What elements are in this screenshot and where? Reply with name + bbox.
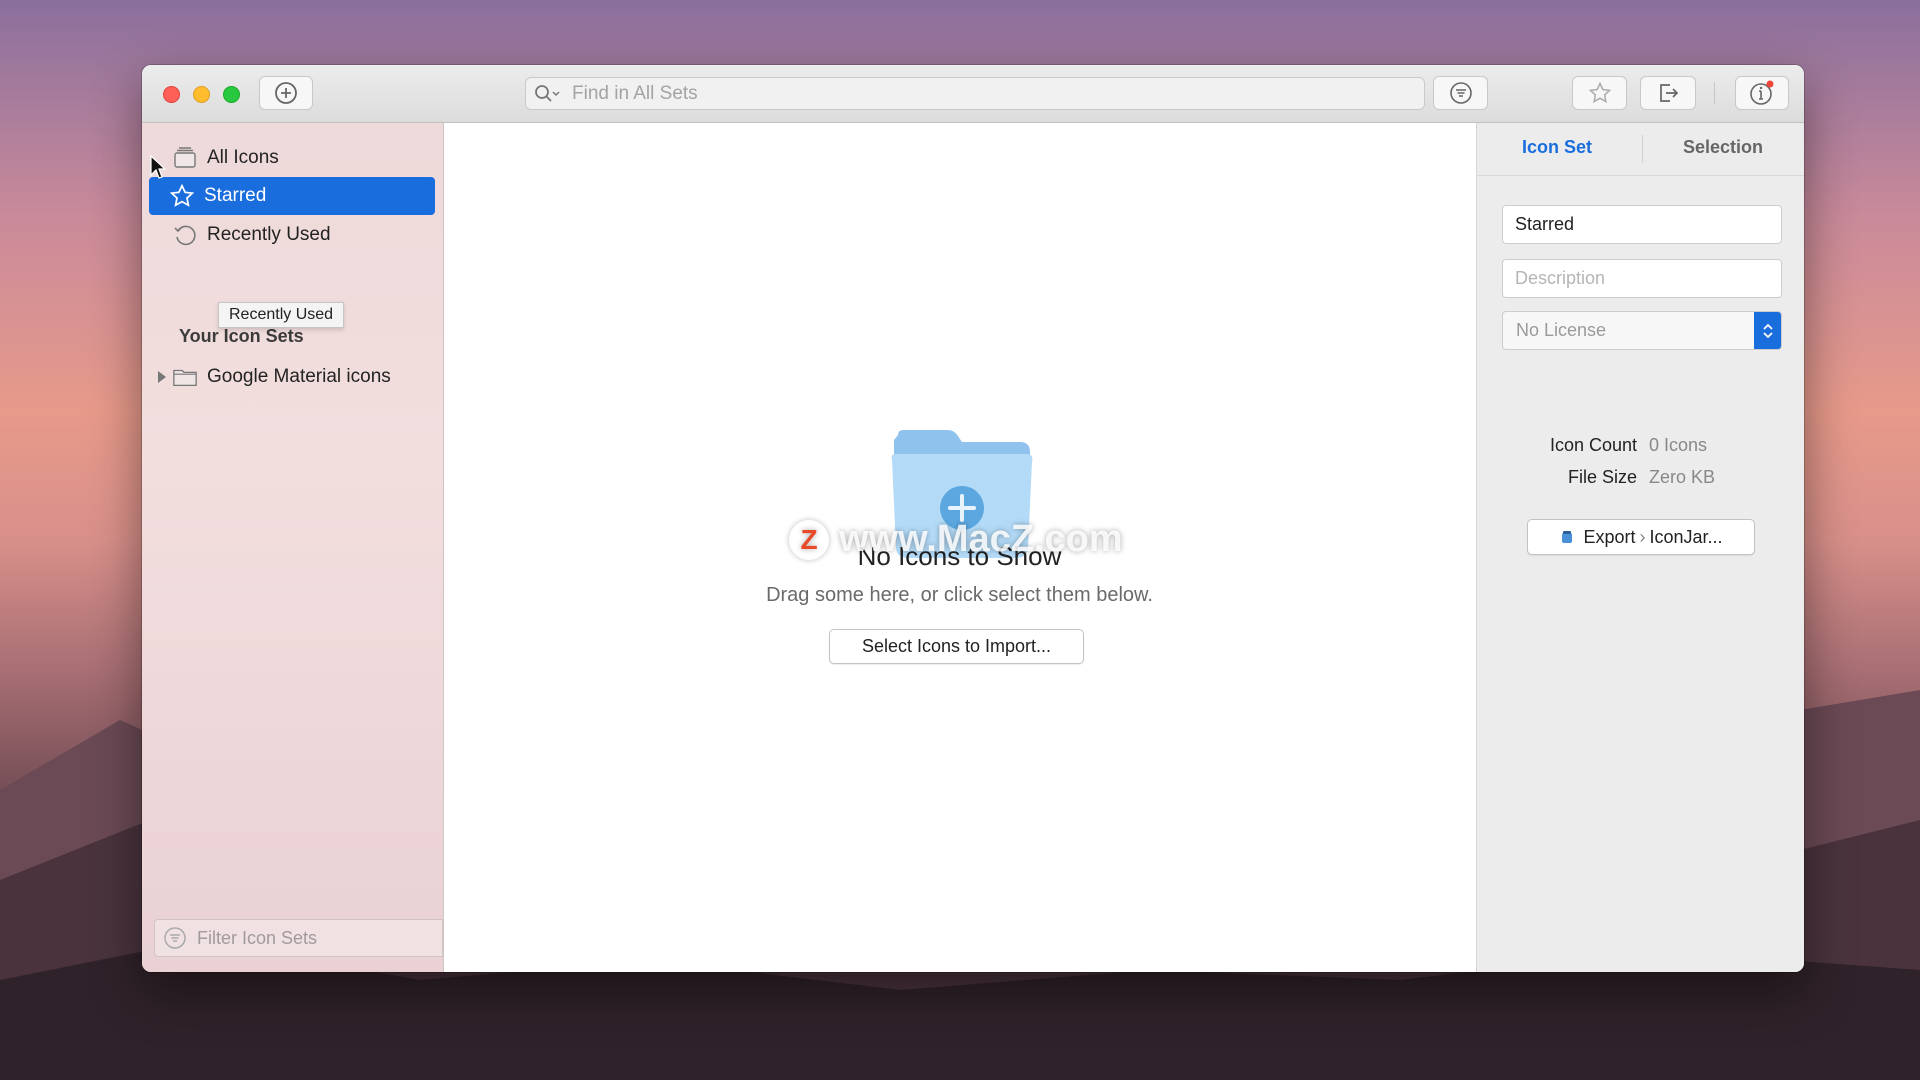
sidebar-item-label: Google Material icons xyxy=(207,366,391,387)
filter-button[interactable] xyxy=(1433,76,1488,110)
set-name-field[interactable] xyxy=(1502,205,1782,244)
close-button[interactable] xyxy=(163,86,180,103)
star-button[interactable] xyxy=(1572,76,1627,110)
star-icon xyxy=(169,183,195,209)
share-button[interactable] xyxy=(1640,76,1696,110)
tab-divider xyxy=(1642,135,1643,163)
sidebar-item-label: Recently Used xyxy=(207,224,331,245)
export-target: IconJar... xyxy=(1649,526,1723,547)
sidebar-item-recently-used[interactable]: Recently Used xyxy=(149,216,435,254)
description-field[interactable] xyxy=(1502,259,1782,298)
minimize-button[interactable] xyxy=(193,86,210,103)
titlebar xyxy=(142,65,1804,123)
filter-input[interactable] xyxy=(195,926,429,950)
sidebar-item-google-material-icons[interactable]: Google Material icons xyxy=(149,358,435,396)
icon-count-label: Icon Count xyxy=(1549,435,1637,455)
search-icon xyxy=(535,84,560,102)
watermark-text: www.MacZ.com xyxy=(839,518,1123,560)
info-icon xyxy=(1750,80,1774,105)
folder-icon xyxy=(172,364,198,390)
search-field[interactable] xyxy=(525,77,1425,110)
share-icon xyxy=(1660,84,1679,102)
sidebar-item-label: All Icons xyxy=(207,147,279,168)
sidebar-item-all-icons[interactable]: All Icons xyxy=(149,139,435,177)
icon-count-row: Icon Count 0 Icons xyxy=(1477,435,1804,456)
export-label: Export xyxy=(1583,526,1636,547)
license-value: No License xyxy=(1516,320,1607,340)
watermark: Z www.MacZ.com xyxy=(789,518,1123,561)
filter-field[interactable] xyxy=(154,919,443,957)
file-size-row: File Size Zero KB xyxy=(1477,467,1804,488)
license-select[interactable]: No License xyxy=(1502,311,1782,350)
inspector-panel: Icon Set Selection No License Icon Count… xyxy=(1476,123,1804,972)
inspector-tabs: Icon Set Selection xyxy=(1477,123,1804,176)
sidebar: All Icons Starred Recently Used Your Ico… xyxy=(142,123,444,972)
file-size-value: Zero KB xyxy=(1649,467,1716,487)
sidebar-item-starred[interactable]: Starred xyxy=(149,177,435,215)
stepper-arrows-icon xyxy=(1754,312,1781,349)
filter-icon xyxy=(164,927,186,949)
iconjar-icon xyxy=(1562,531,1573,543)
mouse-cursor-icon xyxy=(150,155,166,179)
tab-selection[interactable]: Selection xyxy=(1683,137,1763,158)
zoom-button[interactable] xyxy=(223,86,240,103)
empty-state-subtitle: Drag some here, or click select them bel… xyxy=(766,584,1153,606)
search-input[interactable] xyxy=(570,81,1394,106)
history-icon xyxy=(172,222,198,248)
content-area: No Icons to Show Z www.MacZ.com Drag som… xyxy=(444,123,1475,972)
icon-count-value: 0 Icons xyxy=(1649,435,1708,455)
file-size-label: File Size xyxy=(1567,467,1637,487)
export-button[interactable]: Export › IconJar... xyxy=(1527,519,1755,555)
toolbar-divider xyxy=(1714,82,1715,104)
plus-circle-icon xyxy=(275,82,297,104)
disclosure-triangle-icon[interactable] xyxy=(156,370,168,384)
set-name-input[interactable] xyxy=(1513,213,1772,236)
select-icons-import-button[interactable]: Select Icons to Import... xyxy=(829,629,1084,664)
stack-icon xyxy=(172,145,198,171)
star-icon xyxy=(1588,81,1611,103)
chevron-right-icon: › xyxy=(1639,526,1646,547)
description-input[interactable] xyxy=(1513,267,1772,290)
sidebar-item-label: Starred xyxy=(204,185,267,206)
add-button[interactable] xyxy=(259,76,313,110)
app-window: All Icons Starred Recently Used Your Ico… xyxy=(142,65,1804,972)
filter-icon xyxy=(1449,82,1472,104)
watermark-logo: Z xyxy=(789,519,829,560)
tab-icon-set[interactable]: Icon Set xyxy=(1522,137,1592,158)
section-title: Your Icon Sets xyxy=(179,326,304,346)
info-button[interactable] xyxy=(1735,76,1789,110)
tooltip: Recently Used xyxy=(218,302,345,328)
